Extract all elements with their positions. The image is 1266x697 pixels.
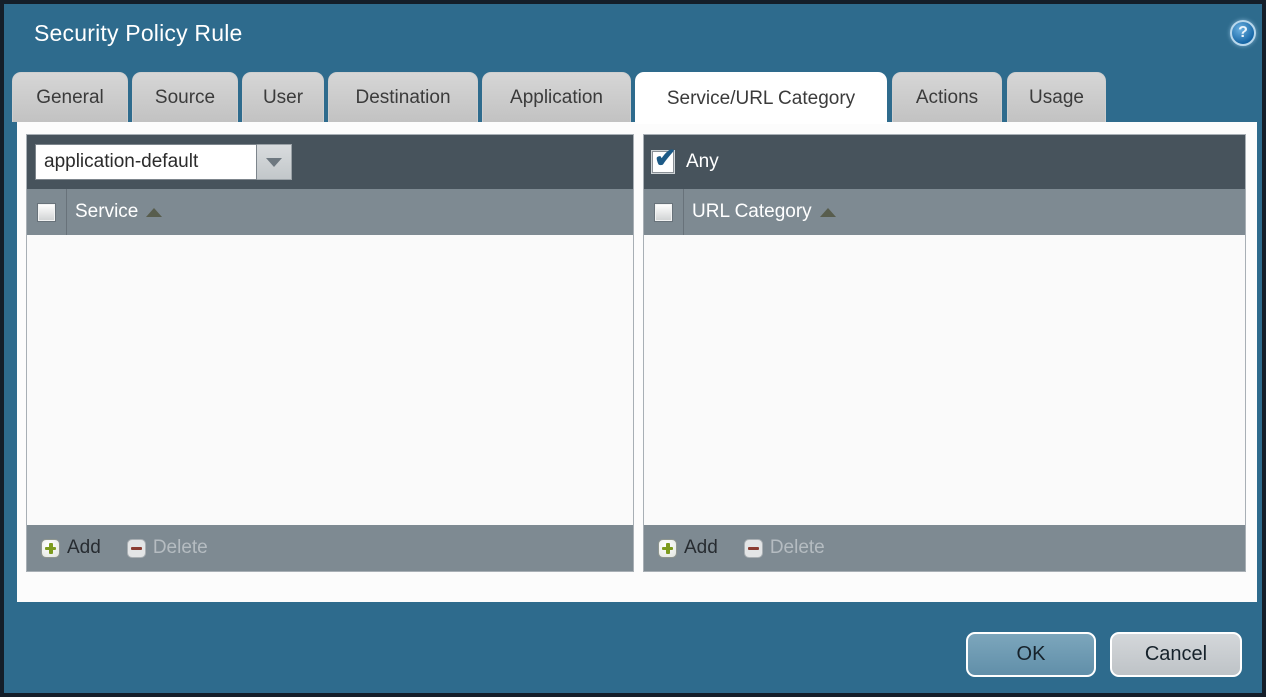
url-category-toolbar: ✔ Any	[644, 135, 1245, 189]
tab-destination[interactable]: Destination	[328, 72, 478, 122]
add-icon	[658, 539, 677, 558]
cancel-button[interactable]: Cancel	[1110, 632, 1242, 677]
service-table-header: Service	[27, 189, 633, 235]
service-panel: Service Add Delete	[26, 134, 634, 572]
tab-source[interactable]: Source	[132, 72, 238, 122]
url-category-select-all-checkbox[interactable]	[655, 204, 672, 221]
service-footer: Add Delete	[27, 525, 633, 571]
add-icon	[41, 539, 60, 558]
url-category-column-header[interactable]: URL Category	[692, 201, 812, 223]
tab-actions[interactable]: Actions	[892, 72, 1002, 122]
service-select-all-checkbox[interactable]	[38, 204, 55, 221]
url-category-delete-button[interactable]: Delete	[744, 537, 825, 559]
service-column-header[interactable]: Service	[75, 201, 138, 223]
service-type-dropdown-button[interactable]	[257, 144, 292, 180]
tab-general[interactable]: General	[12, 72, 128, 122]
tab-service-url-category[interactable]: Service/URL Category	[635, 72, 887, 124]
ok-button[interactable]: OK	[966, 632, 1096, 677]
security-policy-rule-dialog: Security Policy Rule ? General Source Us…	[0, 0, 1266, 697]
tab-application[interactable]: Application	[482, 72, 631, 122]
delete-button-label: Delete	[153, 537, 208, 559]
url-category-table-header: URL Category	[644, 189, 1245, 235]
service-delete-button[interactable]: Delete	[127, 537, 208, 559]
delete-icon	[744, 539, 763, 558]
chevron-down-icon	[266, 158, 282, 167]
url-category-select-all-cell	[644, 189, 684, 235]
delete-button-label: Delete	[770, 537, 825, 559]
url-category-footer: Add Delete	[644, 525, 1245, 571]
service-type-input[interactable]	[35, 144, 257, 180]
url-category-add-button[interactable]: Add	[658, 537, 718, 559]
sort-ascending-icon[interactable]	[146, 208, 162, 217]
add-button-label: Add	[684, 537, 718, 559]
service-list-area[interactable]	[27, 235, 633, 525]
help-icon[interactable]: ?	[1230, 20, 1256, 46]
checkmark-icon: ✔	[654, 143, 677, 174]
tab-usage[interactable]: Usage	[1007, 72, 1106, 122]
dialog-title: Security Policy Rule	[34, 20, 243, 47]
tab-bar: General Source User Destination Applicat…	[12, 72, 1106, 122]
tab-user[interactable]: User	[242, 72, 324, 122]
delete-icon	[127, 539, 146, 558]
service-add-button[interactable]: Add	[41, 537, 101, 559]
url-category-panel: ✔ Any URL Category Add	[643, 134, 1246, 572]
any-checkbox[interactable]: ✔	[652, 151, 674, 173]
service-toolbar	[27, 135, 633, 189]
service-type-combobox	[35, 144, 292, 180]
url-category-list-area[interactable]	[644, 235, 1245, 525]
sort-ascending-icon[interactable]	[820, 208, 836, 217]
tab-content: Service Add Delete	[17, 122, 1257, 602]
add-button-label: Add	[67, 537, 101, 559]
service-select-all-cell	[27, 189, 67, 235]
any-checkbox-label: Any	[686, 151, 719, 173]
